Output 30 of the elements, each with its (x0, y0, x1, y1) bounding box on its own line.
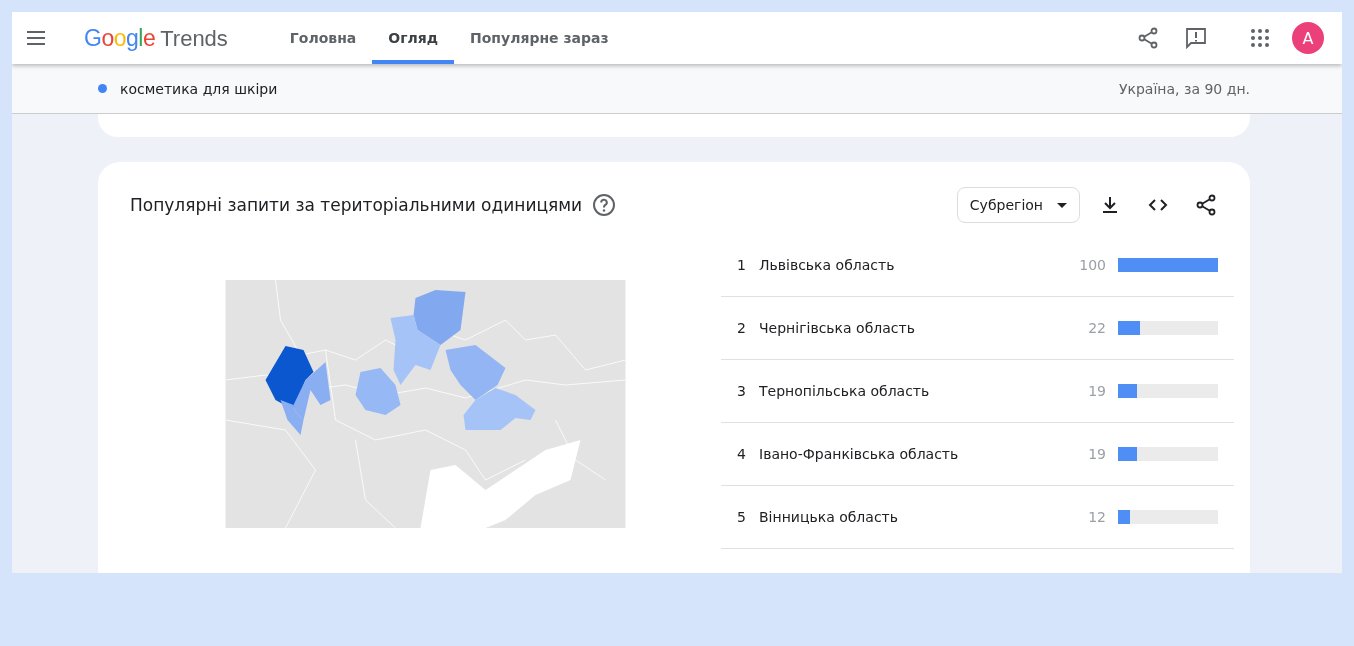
rank-number: 3 (737, 383, 747, 399)
scope-text: Україна, за 90 дн. (1119, 80, 1250, 97)
region-name[interactable]: Вінницька область (759, 509, 898, 525)
rank-number: 1 (737, 257, 747, 273)
region-name[interactable]: Львівська область (759, 257, 895, 273)
region-name[interactable]: Тернопільська область (759, 383, 930, 399)
rank-number: 5 (737, 509, 747, 525)
resolution-dropdown[interactable]: Субрегіон (956, 187, 1080, 223)
nav-tab[interactable]: Головна (273, 12, 373, 64)
logo-text[interactable]: Google (84, 24, 156, 52)
search-term: косметика для шкіри (120, 80, 278, 97)
interest-value: 19 (1088, 446, 1106, 462)
product-name[interactable]: Trends (160, 25, 228, 52)
interest-value: 22 (1088, 320, 1106, 336)
region-name[interactable]: Чернігівська область (759, 320, 915, 336)
interest-value: 12 (1088, 509, 1106, 525)
rank-number: 2 (737, 320, 747, 336)
share-icon[interactable] (1194, 193, 1218, 217)
interest-value: 19 (1088, 383, 1106, 399)
feedback-icon[interactable] (1184, 26, 1208, 50)
apps-icon[interactable] (1248, 26, 1272, 50)
caret-icon (1057, 202, 1067, 208)
card-title: Популярні запити за територіальними одиницями (130, 195, 583, 215)
interest-value: 100 (1079, 257, 1106, 273)
rank-number: 4 (737, 446, 747, 462)
share-icon[interactable] (1136, 26, 1160, 50)
help-icon[interactable] (592, 193, 617, 217)
account-avatar[interactable]: A (1292, 22, 1324, 54)
nav-tab[interactable]: Популярне зараз (454, 12, 625, 64)
region-name[interactable]: Івано-Франківська область (759, 446, 959, 462)
